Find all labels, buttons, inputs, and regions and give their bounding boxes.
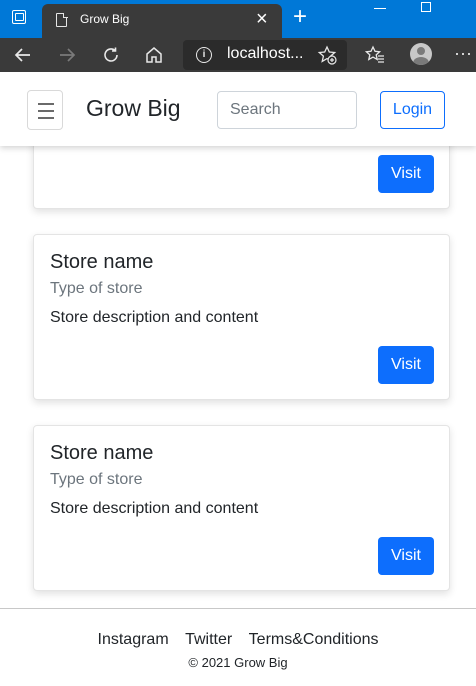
store-name: Store name (50, 251, 154, 273)
new-tab-icon[interactable]: + (288, 3, 312, 31)
browser-tab[interactable]: Grow Big × (42, 4, 282, 38)
back-arrow-icon[interactable] (8, 40, 38, 70)
profile-icon[interactable] (410, 43, 432, 65)
menu-icon-bar (38, 117, 54, 119)
site-navbar: Grow Big Login (0, 72, 476, 146)
footer-links: Instagram Twitter Terms&Conditions (0, 631, 476, 649)
browser-toolbar: i localhost... ··· (0, 38, 476, 72)
address-text: localhost... (227, 45, 304, 62)
footer-divider (0, 608, 476, 609)
store-type: Type of store (50, 471, 143, 488)
page-icon (56, 12, 68, 27)
footer-link-terms[interactable]: Terms&Conditions (249, 631, 379, 648)
login-button[interactable]: Login (380, 91, 445, 129)
add-favorite-icon[interactable] (317, 43, 337, 70)
store-description: Store description and content (50, 500, 259, 517)
brand-title[interactable]: Grow Big (86, 95, 181, 122)
store-type: Type of store (50, 280, 143, 297)
more-icon[interactable]: ··· (448, 40, 476, 70)
minimize-icon[interactable] (374, 8, 386, 9)
info-icon[interactable]: i (196, 47, 212, 63)
footer-copyright: © 2021 Grow Big (188, 655, 288, 670)
menu-toggle-button[interactable] (27, 90, 63, 130)
window-menu-icon[interactable] (12, 10, 26, 24)
page-viewport: Grow Big Login Visit Store name Type of … (0, 72, 476, 686)
address-bar[interactable]: i localhost... (183, 40, 347, 70)
footer-link-twitter[interactable]: Twitter (185, 631, 232, 648)
store-name: Store name (50, 442, 154, 464)
refresh-icon[interactable] (96, 40, 126, 70)
forward-arrow-icon[interactable] (52, 40, 82, 70)
menu-icon-bar (38, 110, 54, 112)
footer-link-instagram[interactable]: Instagram (98, 631, 169, 648)
favorites-icon[interactable] (360, 40, 390, 70)
menu-icon (38, 103, 54, 105)
store-card: Store name Type of store Store descripti… (33, 425, 450, 591)
store-description: Store description and content (50, 309, 259, 326)
tab-title: Grow Big (80, 12, 130, 26)
browser-titlebar: Grow Big × + (0, 0, 476, 38)
visit-button[interactable]: Visit (378, 346, 434, 384)
maximize-icon[interactable] (421, 2, 431, 12)
search-input[interactable] (217, 91, 357, 129)
store-card: Store name Type of store Store descripti… (33, 234, 450, 400)
close-tab-icon[interactable]: × (256, 7, 268, 31)
visit-button[interactable]: Visit (378, 537, 434, 575)
visit-button[interactable]: Visit (378, 155, 434, 193)
home-icon[interactable] (139, 40, 169, 70)
